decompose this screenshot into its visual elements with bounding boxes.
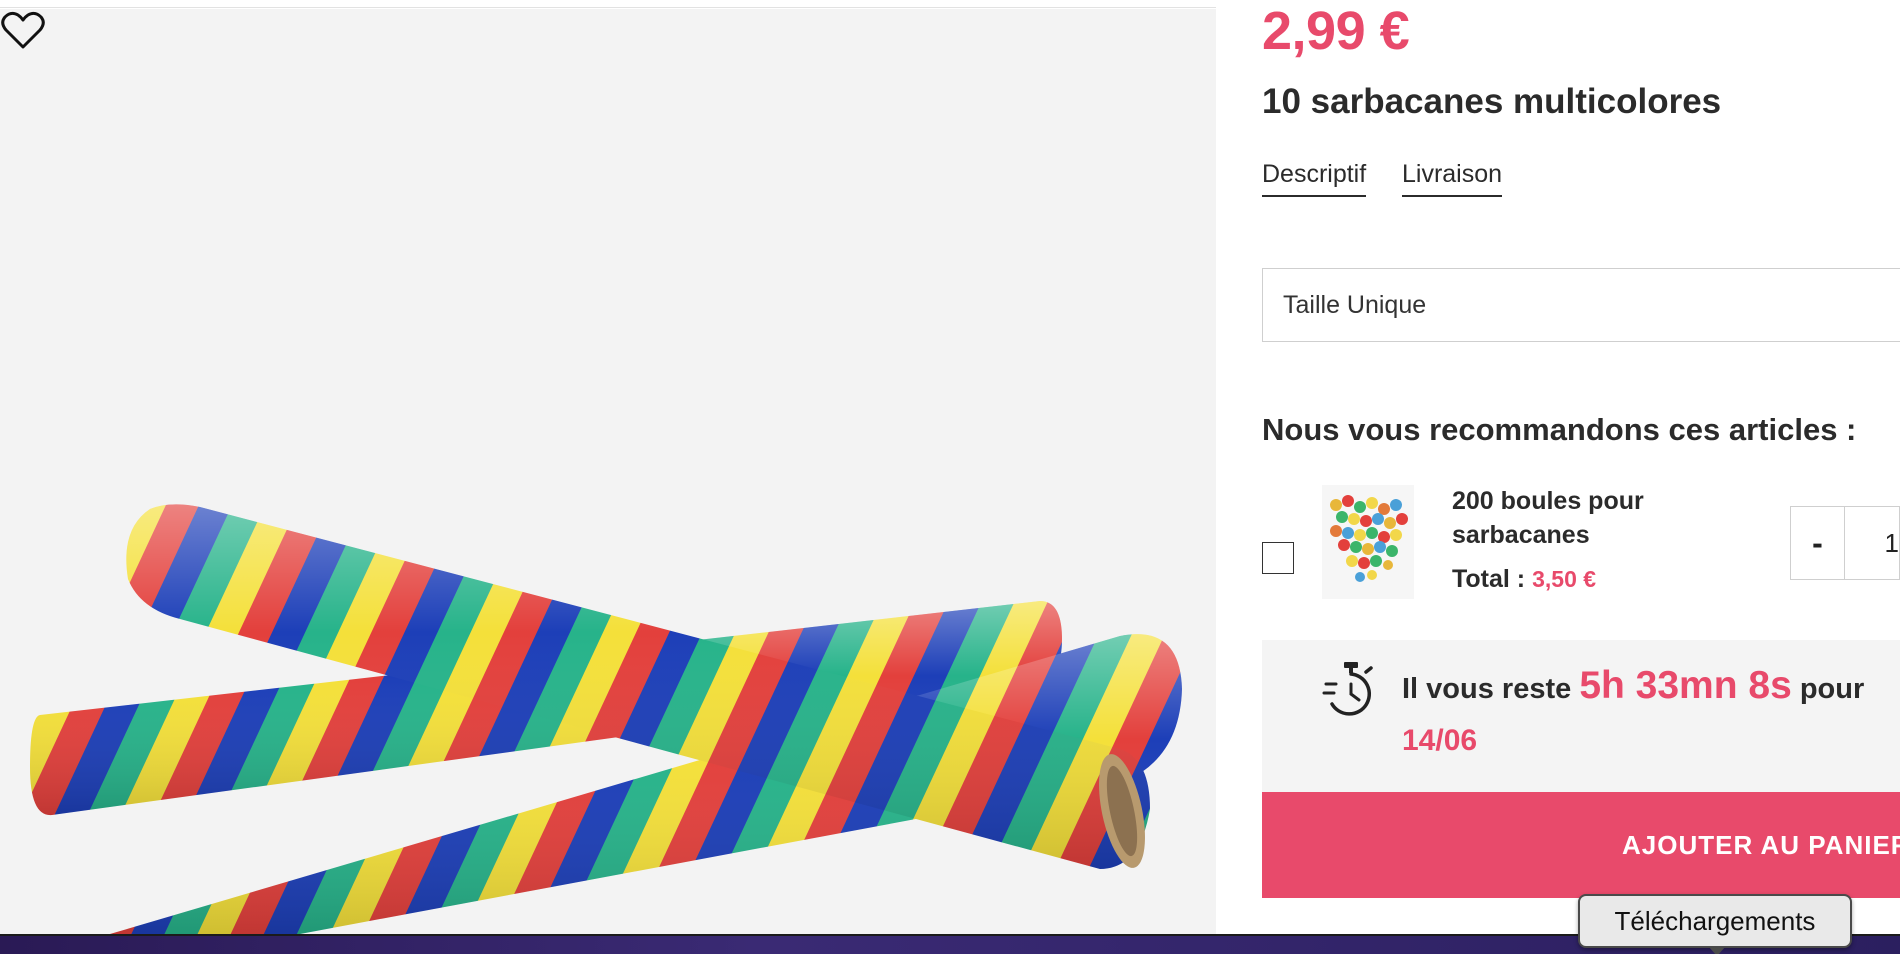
product-info-panel: 2,99 € 10 sarbacanes multicolores Descri… — [1216, 0, 1900, 934]
add-to-cart-button[interactable]: AJOUTER AU PANIER — [1262, 792, 1900, 898]
product-page: 2,99 € 10 sarbacanes multicolores Descri… — [0, 0, 1900, 954]
timer-suffix: pour — [1799, 673, 1865, 705]
recommendation-thumbnail[interactable] — [1322, 485, 1414, 599]
quantity-decrease-button[interactable]: - — [1791, 507, 1845, 579]
timer-countdown: 5h 33mn 8s — [1579, 664, 1792, 707]
heart-icon[interactable] — [0, 9, 46, 51]
recommendation-total-label: Total : — [1452, 565, 1526, 593]
downloads-tooltip: Téléchargements — [1578, 894, 1852, 954]
recommendation-name[interactable]: 200 boules pour sarbacanes — [1452, 484, 1682, 552]
stopwatch-icon — [1322, 662, 1373, 716]
striped-blowpipes-image — [30, 504, 1182, 934]
tab-livraison[interactable]: Livraison — [1402, 160, 1503, 197]
recommendation-total-amount: 3,50 € — [1532, 566, 1597, 592]
colored-balls-image — [1322, 485, 1414, 599]
delivery-timer-box: Il vous reste 5h 33mn 8s pour 14/06 — [1262, 640, 1900, 792]
delivery-date: 14/06 — [1402, 724, 1478, 757]
product-image-panel — [0, 9, 1216, 934]
quantity-input[interactable]: 1 — [1845, 507, 1899, 579]
quantity-stepper: - 1 — [1790, 506, 1900, 580]
recommendation-checkbox[interactable] — [1262, 542, 1294, 574]
recommendations-title: Nous vous recommandons ces articles : — [1262, 412, 1857, 447]
timer-prefix: Il vous reste — [1402, 673, 1572, 705]
recommendation-total: Total : 3,50 € — [1452, 565, 1596, 594]
size-select[interactable]: Taille Unique — [1262, 268, 1900, 342]
tab-descriptif[interactable]: Descriptif — [1262, 160, 1367, 197]
product-title: 10 sarbacanes multicolores — [1262, 82, 1722, 121]
delivery-timer-text: Il vous reste 5h 33mn 8s pour — [1402, 664, 1864, 708]
product-price: 2,99 € — [1262, 1, 1410, 61]
